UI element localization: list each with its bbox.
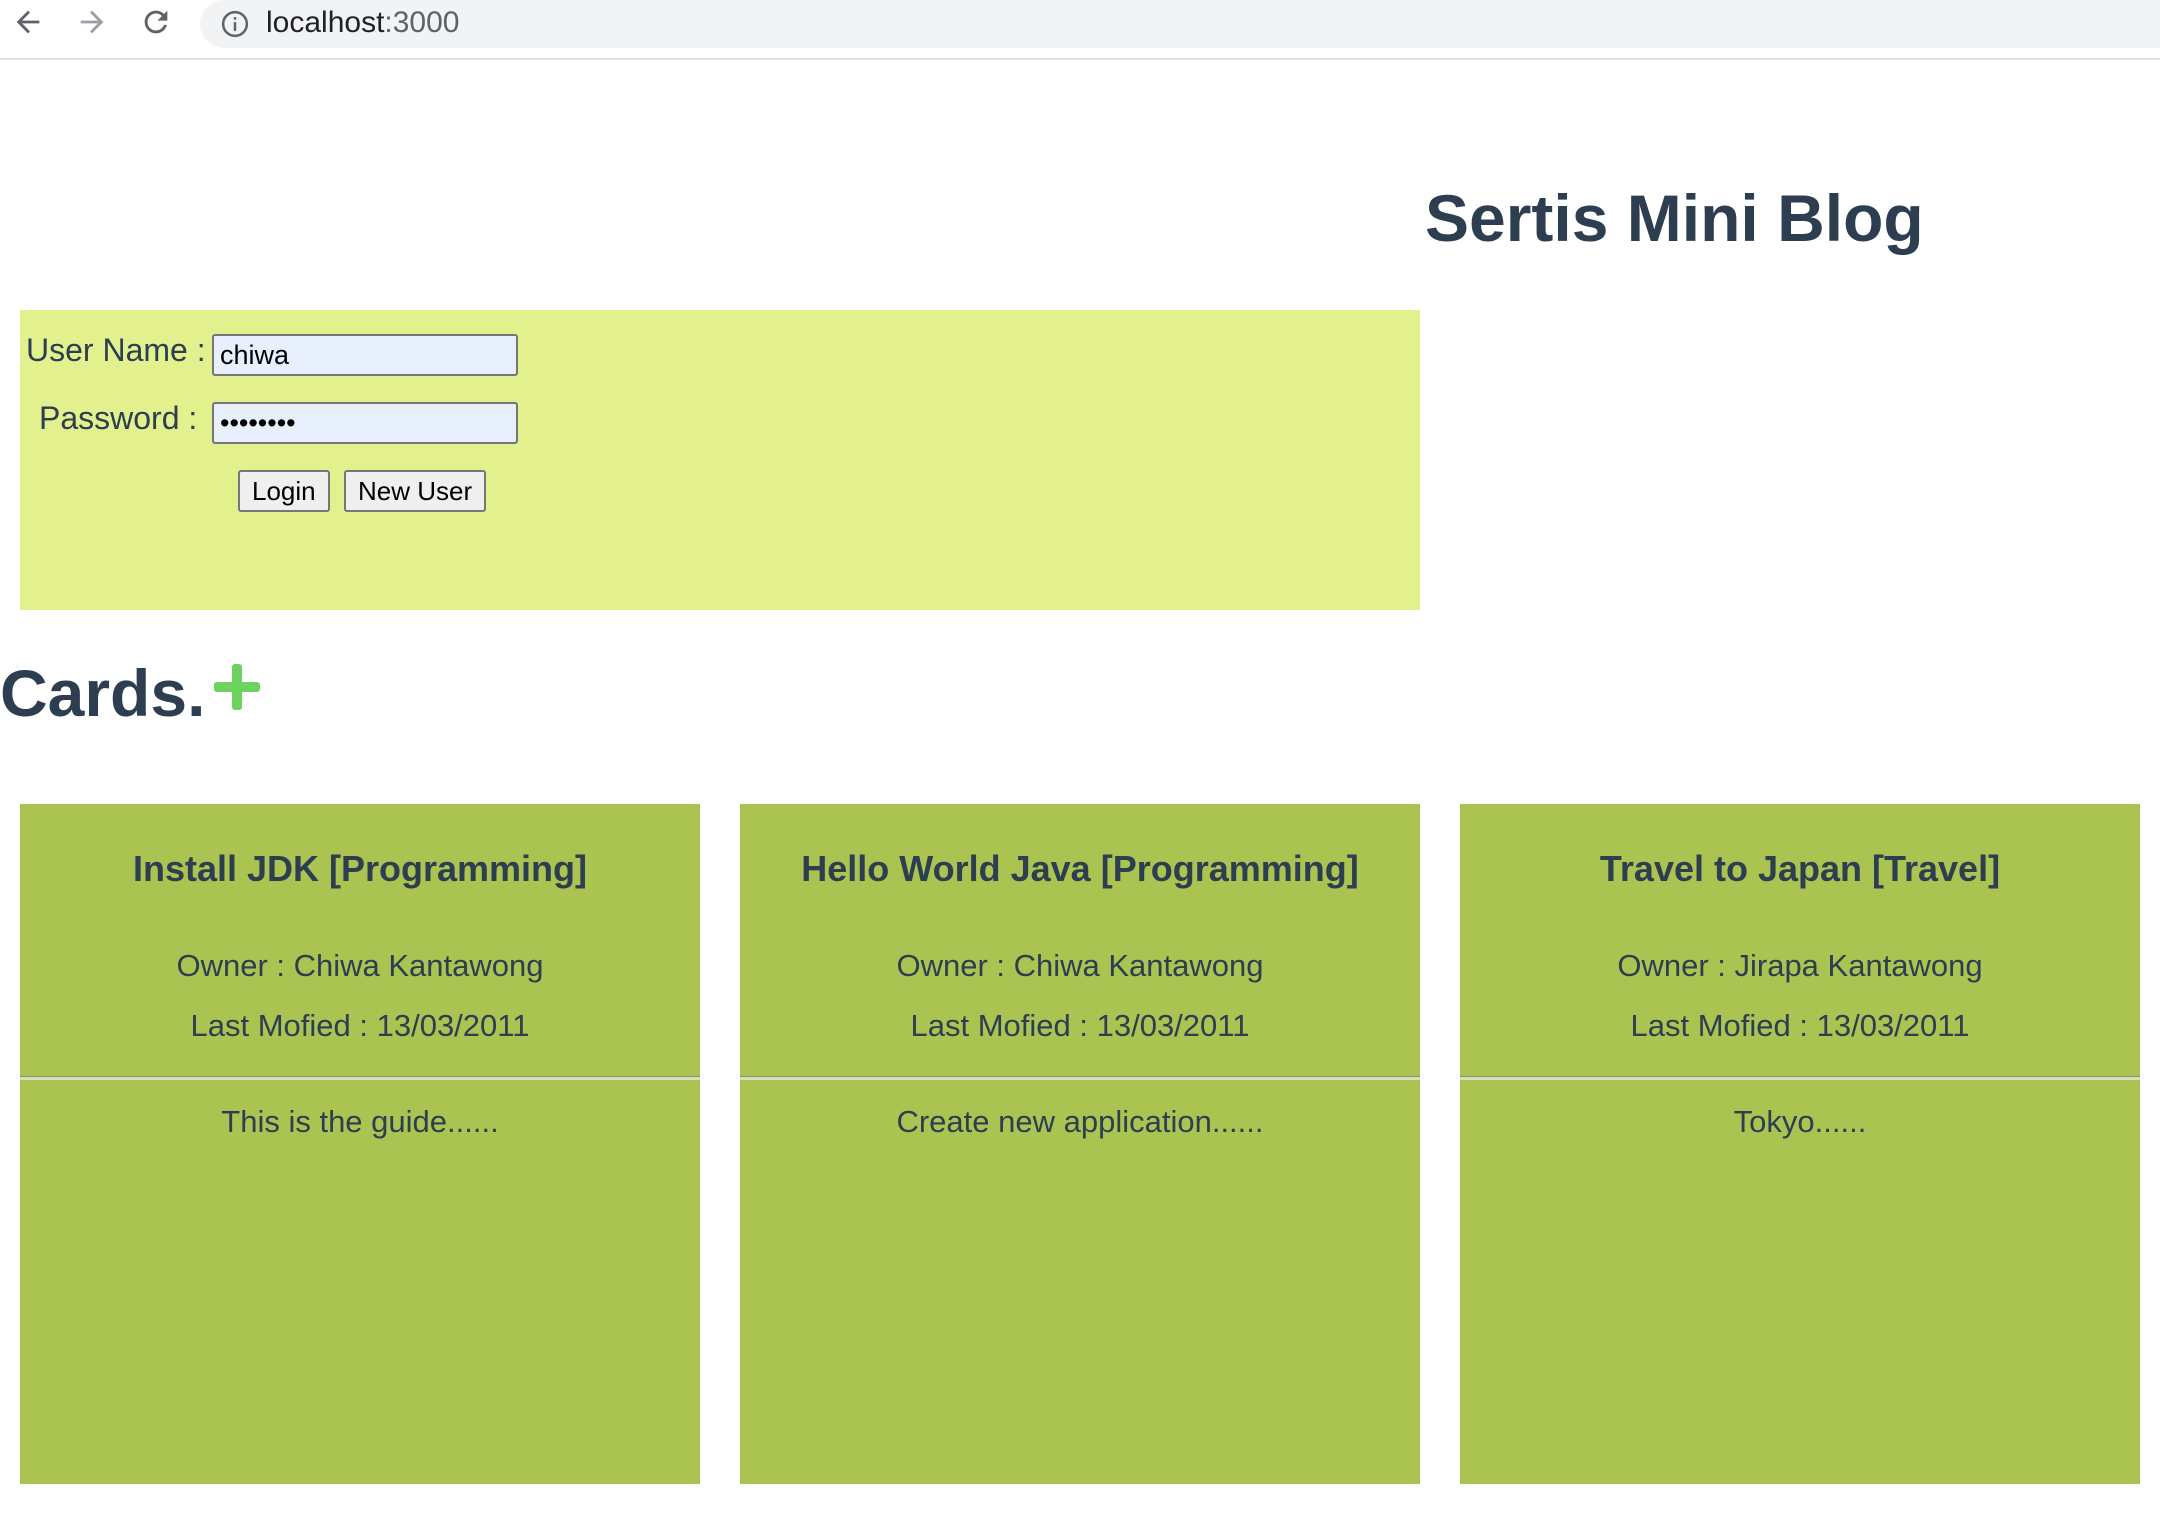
login-panel: User Name : Password : Login New User — [20, 310, 1420, 610]
add-icon-bar-vertical — [232, 664, 242, 710]
cards-heading: Cards. — [0, 656, 206, 730]
card[interactable]: Travel to Japan [Travel] Owner : Jirapa … — [1460, 804, 2140, 1484]
browser-toolbar: localhost:3000 — [0, 0, 2160, 60]
url-host: localhost — [266, 6, 385, 39]
card[interactable]: Install JDK [Programming] Owner : Chiwa … — [20, 804, 700, 1484]
card-last-modified: Last Mofied : 13/03/2011 — [910, 1008, 1250, 1043]
card-header: Hello World Java [Programming] Owner : C… — [740, 804, 1420, 1076]
password-label: Password : — [39, 400, 198, 436]
card-divider — [20, 1076, 700, 1080]
back-icon[interactable] — [8, 2, 48, 42]
card[interactable]: Hello World Java [Programming] Owner : C… — [740, 804, 1420, 1484]
new-user-button[interactable]: New User — [344, 470, 487, 512]
reload-icon[interactable] — [136, 2, 176, 42]
card-last-modified: Last Mofied : 13/03/2011 — [190, 1008, 530, 1043]
forward-icon[interactable] — [72, 2, 112, 42]
username-label: User Name : — [26, 332, 206, 368]
info-icon[interactable] — [220, 9, 250, 39]
card-divider — [740, 1076, 1420, 1080]
card-owner: Owner : Jirapa Kantawong — [1617, 948, 1983, 983]
card-body: Create new application...... — [896, 1104, 1264, 1139]
card-divider — [1460, 1076, 2140, 1080]
password-input[interactable] — [212, 402, 518, 444]
card-header: Travel to Japan [Travel] Owner : Jirapa … — [1460, 804, 2140, 1076]
card-title: Hello World Java [Programming] — [801, 848, 1359, 889]
card-body: Tokyo...... — [1733, 1104, 1867, 1139]
card-body: This is the guide...... — [221, 1104, 499, 1139]
username-input[interactable] — [212, 334, 518, 376]
card-owner: Owner : Chiwa Kantawong — [176, 948, 544, 983]
add-card-icon[interactable] — [214, 664, 260, 710]
login-button[interactable]: Login — [238, 470, 330, 512]
card-owner: Owner : Chiwa Kantawong — [896, 948, 1264, 983]
url-port: :3000 — [384, 6, 460, 39]
url-text[interactable]: localhost:3000 — [266, 5, 459, 41]
card-title: Travel to Japan [Travel] — [1599, 848, 2001, 889]
card-title: Install JDK [Programming] — [132, 848, 588, 889]
card-last-modified: Last Mofied : 13/03/2011 — [1630, 1008, 1970, 1043]
address-bar[interactable]: localhost:3000 — [200, 0, 2160, 48]
card-header: Install JDK [Programming] Owner : Chiwa … — [20, 804, 700, 1076]
page-title: Sertis Mini Blog — [1425, 181, 1924, 255]
